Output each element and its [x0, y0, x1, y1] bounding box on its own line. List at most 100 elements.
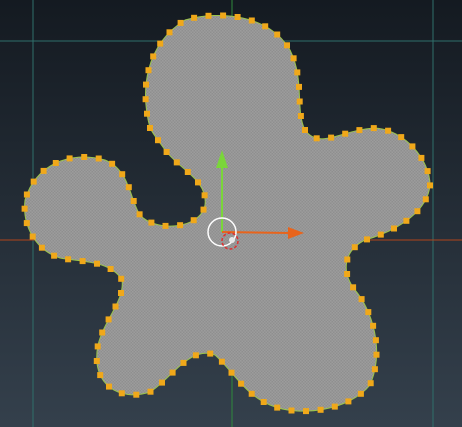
vertex-handle[interactable]: [118, 390, 125, 397]
vertex-handle[interactable]: [296, 98, 303, 105]
vertex-handle[interactable]: [119, 171, 126, 178]
vertex-handle[interactable]: [373, 351, 380, 358]
vertex-handle[interactable]: [145, 67, 152, 74]
vertex-handle[interactable]: [356, 127, 363, 134]
vertex-handle[interactable]: [364, 236, 370, 243]
vertex-handle[interactable]: [331, 403, 338, 410]
vertex-handle[interactable]: [328, 134, 335, 141]
vertex-handle[interactable]: [200, 206, 207, 213]
vertex-handle[interactable]: [118, 275, 125, 282]
vertex-handle[interactable]: [51, 252, 58, 259]
vertex-handle[interactable]: [248, 390, 255, 397]
vertex-handle[interactable]: [303, 408, 309, 415]
vertex-handle[interactable]: [157, 40, 164, 47]
vertex-handle[interactable]: [372, 337, 379, 344]
vertex-handle[interactable]: [173, 159, 180, 166]
vertex-handle[interactable]: [159, 379, 165, 386]
vertex-handle[interactable]: [190, 217, 197, 224]
vertex-handle[interactable]: [248, 17, 255, 24]
vertex-handle[interactable]: [195, 179, 201, 186]
vertex-handle[interactable]: [262, 23, 269, 30]
vertex-handle[interactable]: [79, 258, 86, 265]
vertex-handle[interactable]: [177, 19, 184, 26]
vertex-handle[interactable]: [148, 219, 155, 226]
vertex-handle[interactable]: [94, 343, 101, 350]
vertex-handle[interactable]: [162, 222, 169, 229]
vertex-handle[interactable]: [177, 222, 184, 229]
vertex-handle[interactable]: [23, 191, 30, 198]
vertex-handle[interactable]: [296, 83, 302, 90]
vertex-handle[interactable]: [112, 303, 119, 310]
vertex-handle[interactable]: [370, 125, 377, 132]
vertex-handle[interactable]: [385, 127, 392, 134]
vertex-handle[interactable]: [52, 160, 59, 166]
vertex-handle[interactable]: [403, 217, 410, 224]
vertex-handle[interactable]: [228, 369, 235, 376]
vertex-handle[interactable]: [169, 369, 176, 376]
vertex-handle[interactable]: [142, 96, 149, 103]
vertex-handle[interactable]: [93, 358, 100, 364]
vertex-handle[interactable]: [220, 12, 227, 19]
vertex-handle[interactable]: [81, 154, 88, 160]
vertex-handle[interactable]: [184, 169, 191, 175]
vertex-handle[interactable]: [274, 404, 281, 411]
vertex-handle[interactable]: [294, 69, 301, 76]
vertex-handle[interactable]: [218, 358, 225, 365]
vertex-handle[interactable]: [290, 55, 297, 62]
vertex-handle[interactable]: [97, 372, 104, 379]
vertex-handle[interactable]: [345, 398, 352, 405]
vertex-handle[interactable]: [94, 260, 100, 267]
vertex-handle[interactable]: [350, 284, 357, 291]
vertex-handle[interactable]: [192, 352, 199, 359]
vertex-handle[interactable]: [297, 113, 304, 119]
vertex-handle[interactable]: [147, 125, 153, 131]
vertex-handle[interactable]: [422, 196, 429, 203]
vertex-handle[interactable]: [65, 256, 72, 263]
vertex-handle[interactable]: [342, 130, 349, 137]
vertex-handle[interactable]: [367, 380, 374, 387]
vertex-handle[interactable]: [302, 127, 308, 133]
vertex-handle[interactable]: [238, 380, 245, 387]
vertex-handle[interactable]: [358, 296, 365, 303]
vertex-handle[interactable]: [125, 184, 132, 191]
vertex-handle[interactable]: [106, 383, 112, 390]
editor-viewport[interactable]: [0, 0, 462, 427]
vertex-handle[interactable]: [191, 14, 198, 21]
vertex-handle[interactable]: [99, 329, 106, 336]
vertex-handle[interactable]: [23, 220, 30, 227]
vertex-handle[interactable]: [163, 149, 170, 155]
vertex-handle[interactable]: [260, 399, 267, 405]
vertex-handle[interactable]: [207, 350, 214, 357]
vertex-handle[interactable]: [144, 110, 150, 117]
vertex-handle[interactable]: [414, 208, 421, 215]
vertex-handle[interactable]: [105, 316, 112, 323]
vertex-handle[interactable]: [344, 271, 351, 277]
vertex-handle[interactable]: [109, 160, 116, 167]
vertex-handle[interactable]: [313, 135, 320, 142]
vertex-handle[interactable]: [180, 359, 187, 366]
vertex-handle[interactable]: [40, 167, 47, 174]
vertex-handle[interactable]: [29, 233, 36, 240]
vertex-handle[interactable]: [66, 155, 73, 162]
vertex-handle[interactable]: [166, 29, 173, 36]
vertex-handle[interactable]: [234, 14, 241, 20]
vertex-handle[interactable]: [95, 155, 102, 162]
vertex-handle[interactable]: [424, 168, 431, 175]
vertex-handle[interactable]: [130, 198, 137, 204]
vertex-handle[interactable]: [155, 137, 161, 144]
vertex-handle[interactable]: [317, 406, 324, 413]
vertex-handle[interactable]: [201, 192, 208, 199]
vertex-handle[interactable]: [133, 391, 140, 398]
vertex-handle[interactable]: [418, 154, 425, 161]
vertex-handle[interactable]: [21, 205, 28, 212]
viewport-canvas[interactable]: [0, 0, 462, 427]
vertex-handle[interactable]: [143, 81, 149, 88]
vertex-handle[interactable]: [205, 12, 212, 19]
vertex-handle[interactable]: [136, 211, 143, 218]
vertex-handle[interactable]: [274, 31, 281, 38]
vertex-handle[interactable]: [118, 290, 124, 296]
vertex-handle[interactable]: [344, 256, 351, 263]
vertex-handle[interactable]: [370, 322, 377, 329]
vertex-handle[interactable]: [377, 231, 384, 238]
vertex-handle[interactable]: [398, 134, 405, 141]
